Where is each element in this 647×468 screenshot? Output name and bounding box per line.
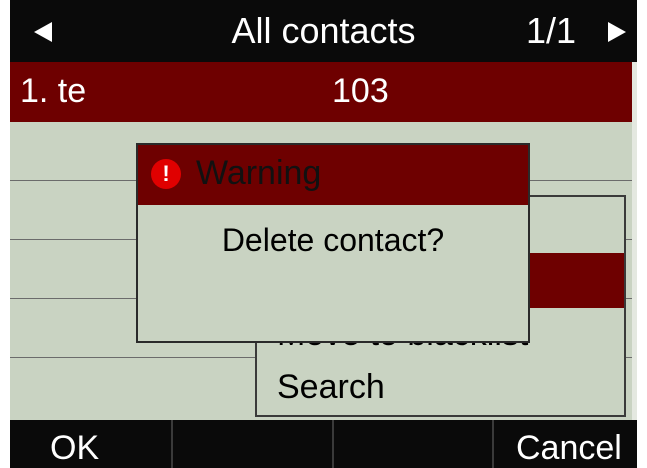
softkey-divider [492,420,494,468]
contact-row[interactable]: 1. te 103 [10,62,637,122]
page-indicator: 1/1 [526,10,577,51]
title-bar: All contacts 1/1 [10,0,637,62]
warning-message: Delete contact? [221,222,445,258]
softkey-bar: OK Cancel [10,420,637,468]
phone-screen: All contacts 1/1 1. te 103 Move to black… [10,0,637,468]
contact-number: 103 [332,72,389,110]
softkey-2[interactable] [180,420,330,468]
contact-name: 1. te [20,72,87,110]
ok-softkey[interactable]: OK [50,420,99,468]
scrollbar[interactable] [632,62,637,420]
warning-title: Warning [196,154,322,192]
menu-item-label: Search [277,368,385,406]
softkey-divider [171,420,173,468]
next-page-arrow-icon[interactable] [608,22,626,42]
softkey-divider [332,420,334,468]
warning-dialog: ! Warning Delete contact? [136,143,530,343]
warning-header: ! Warning [138,145,528,205]
softkey-3[interactable] [340,420,490,468]
menu-item-search[interactable]: Search [257,360,624,415]
cancel-softkey[interactable]: Cancel [516,420,622,468]
exclamation-icon: ! [151,159,181,189]
